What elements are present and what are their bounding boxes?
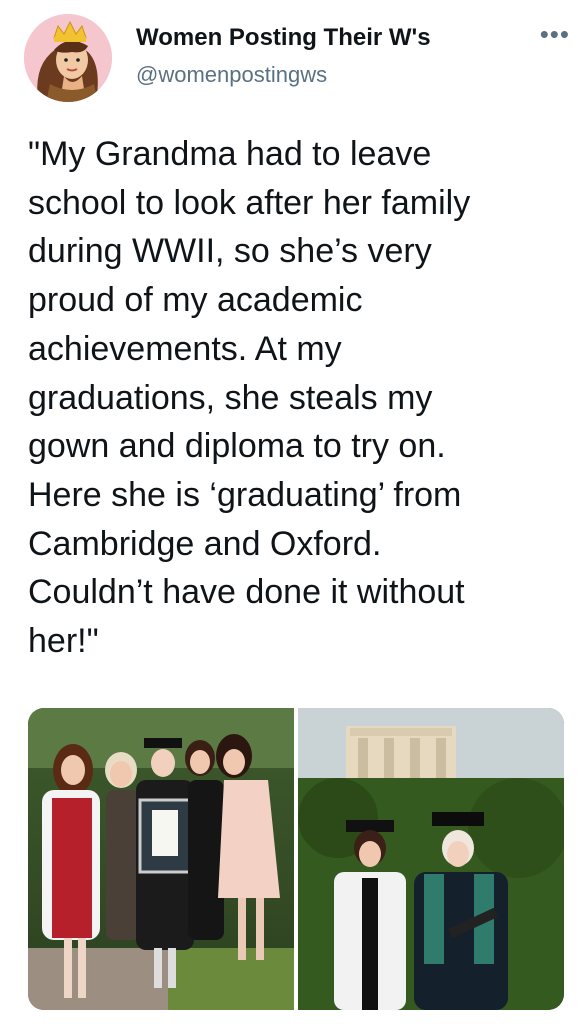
tweet-header: Women Posting Their W's @womenpostingws … [24,14,569,104]
family-graduation-photo[interactable] [28,708,294,1010]
avatar[interactable] [24,14,112,102]
display-name[interactable]: Women Posting Their W's [136,24,431,52]
oxford-graduation-image [298,708,564,1010]
oxford-graduation-photo[interactable] [298,708,564,1010]
crowned-woman-avatar-icon [24,14,112,102]
more-options-icon[interactable]: ••• [540,21,570,47]
family-graduation-image [28,708,294,1010]
account-handle[interactable]: @womenpostingws [136,62,327,88]
tweet-text: "My Grandma had to leave school to look … [28,135,471,661]
media-grid [28,708,564,1010]
